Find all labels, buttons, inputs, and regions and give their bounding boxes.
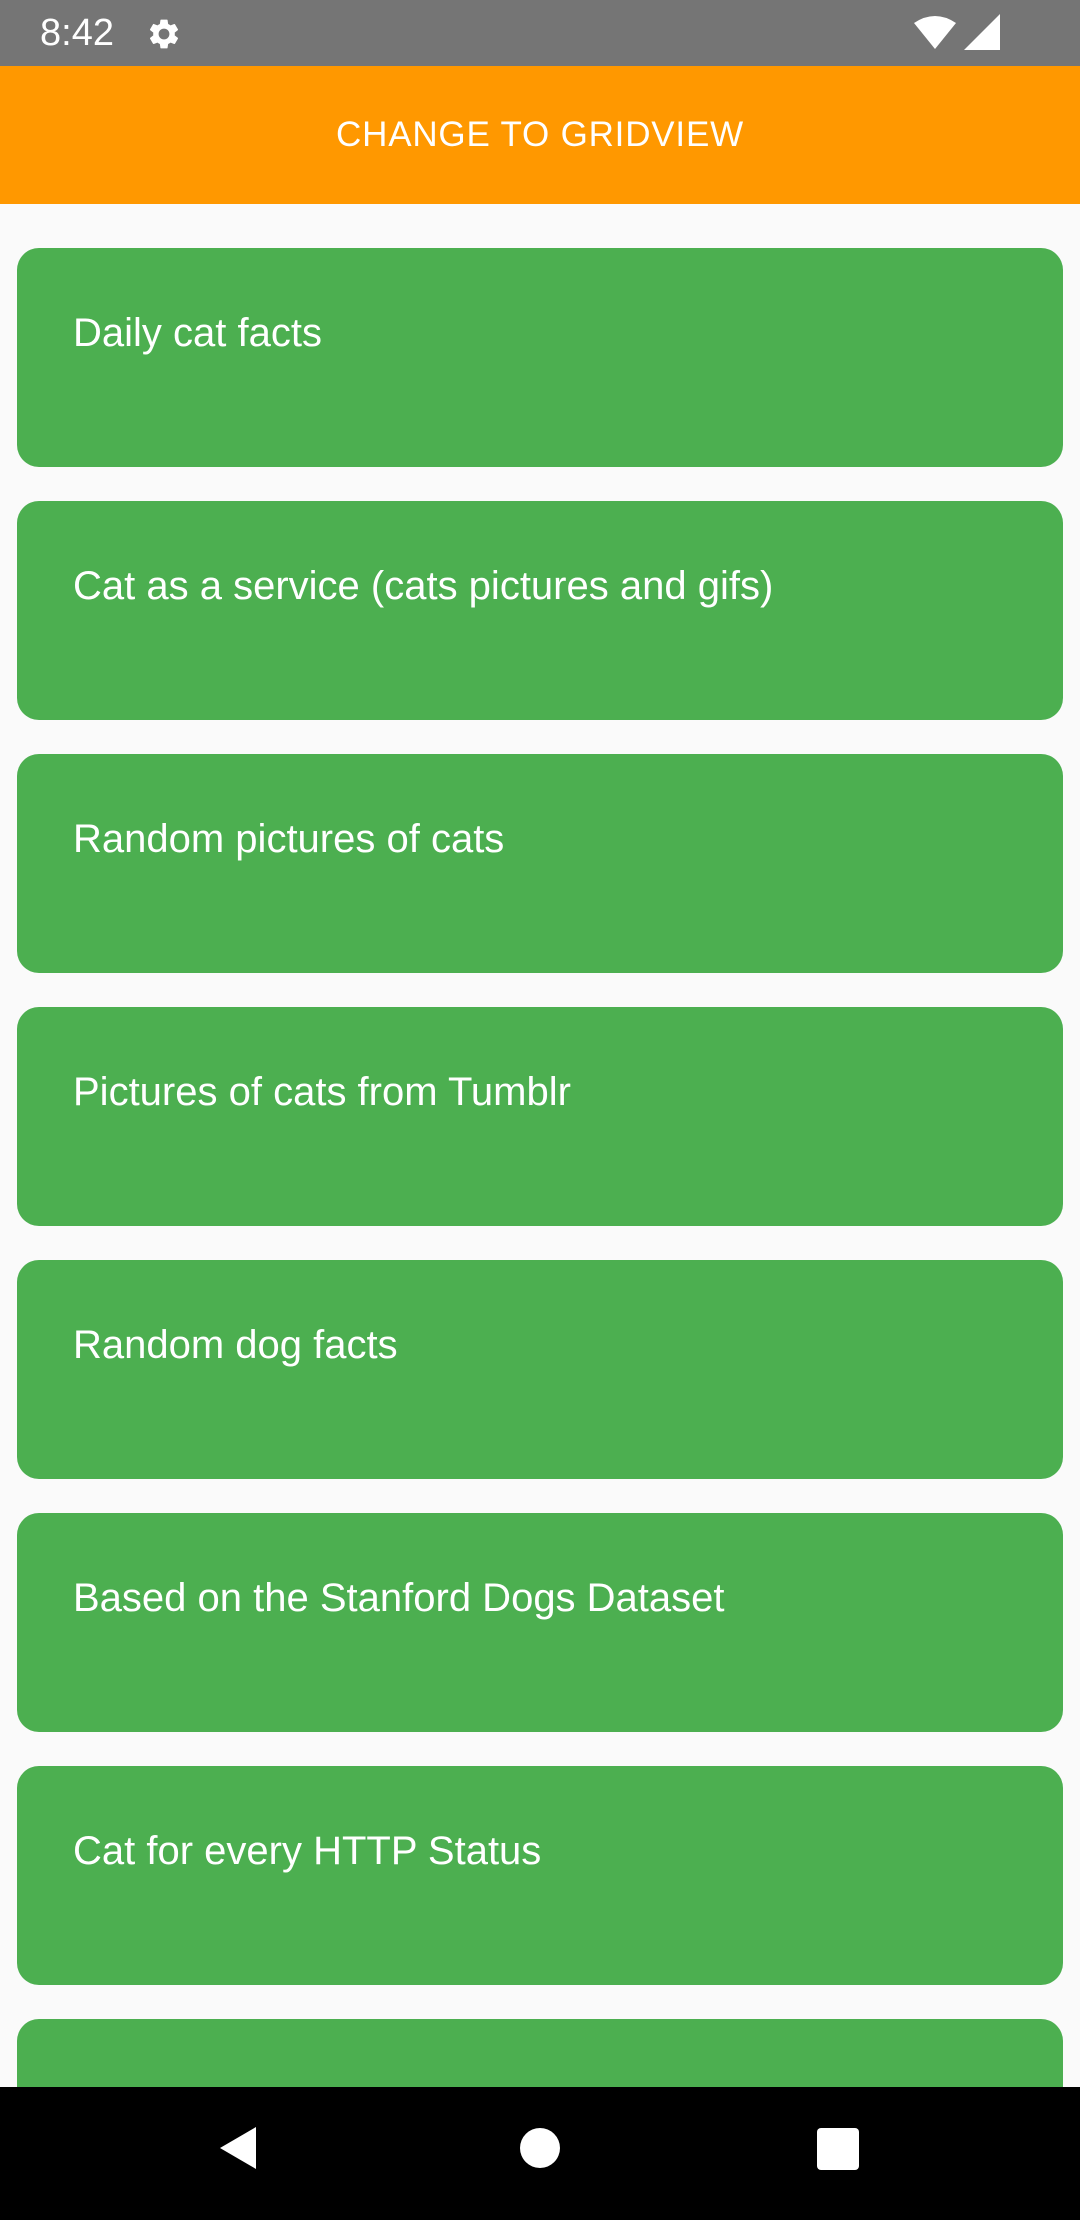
api-list[interactable]: Daily cat facts Cat as a service (cats pi…: [0, 204, 1080, 2087]
list-card[interactable]: Cat as a service (cats pictures and gifs…: [17, 501, 1063, 720]
list-card-label: Based on the Stanford Dogs Dataset: [73, 1576, 725, 1620]
list-card[interactable]: Daily cat facts: [17, 248, 1063, 467]
list-card-label: Random dog facts: [73, 1323, 398, 1367]
status-time: 8:42: [40, 12, 114, 54]
cell-signal-icon: [964, 14, 1000, 50]
list-card-label: Daily cat facts: [73, 311, 322, 355]
home-icon[interactable]: [519, 2127, 561, 2174]
navigation-bar: [0, 2087, 1080, 2220]
recents-icon[interactable]: [817, 2128, 859, 2175]
list-card[interactable]: [17, 2019, 1063, 2087]
list-card[interactable]: Random pictures of cats: [17, 754, 1063, 973]
list-card-label: Cat for every HTTP Status: [73, 1829, 542, 1873]
status-bar: 8:42: [0, 0, 1080, 66]
list-card-label: Cat as a service (cats pictures and gifs…: [73, 564, 774, 608]
list-card-label: Random pictures of cats: [73, 817, 505, 861]
list-card[interactable]: Random dog facts: [17, 1260, 1063, 1479]
change-to-gridview-button[interactable]: CHANGE TO GRIDVIEW: [0, 66, 1080, 204]
wifi-icon: [914, 16, 956, 50]
gear-icon: [146, 16, 182, 52]
list-card[interactable]: Pictures of cats from Tumblr: [17, 1007, 1063, 1226]
list-card[interactable]: Cat for every HTTP Status: [17, 1766, 1063, 1985]
back-icon[interactable]: [218, 2125, 258, 2176]
list-card-label: Pictures of cats from Tumblr: [73, 1070, 571, 1114]
list-card[interactable]: Based on the Stanford Dogs Dataset: [17, 1513, 1063, 1732]
